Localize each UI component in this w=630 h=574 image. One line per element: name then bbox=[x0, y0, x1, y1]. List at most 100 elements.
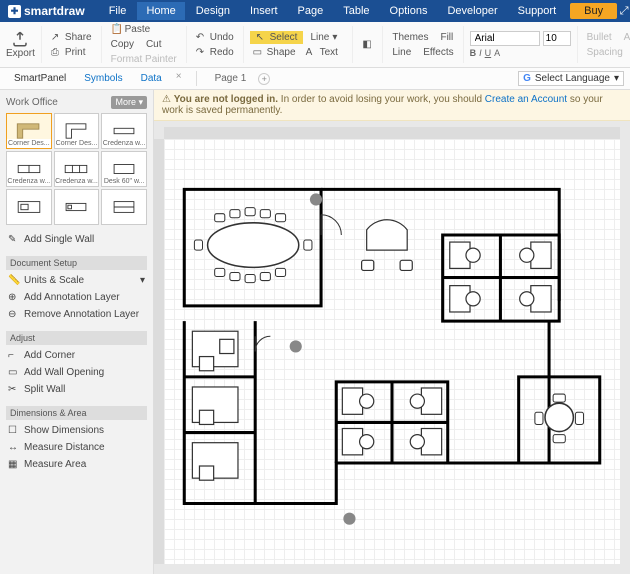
shape-credenza-3[interactable]: Credenza w... bbox=[54, 151, 100, 187]
select-tool[interactable]: ↖Select bbox=[250, 31, 304, 44]
create-account-link[interactable]: Create an Account bbox=[485, 94, 567, 105]
opening-icon: ▭ bbox=[8, 367, 19, 378]
shape-corner-desk-2[interactable]: Corner Des... bbox=[54, 113, 100, 149]
spacing-button[interactable]: Spacing bbox=[584, 46, 626, 59]
menu-page[interactable]: Page bbox=[289, 2, 333, 20]
export-button[interactable]: Export bbox=[6, 30, 35, 59]
add-single-wall-button[interactable]: ✎ Add Single Wall bbox=[6, 231, 147, 248]
corner-icon: ⌐ bbox=[8, 350, 19, 361]
layer-add-icon: ⊕ bbox=[8, 292, 19, 303]
google-icon: G bbox=[523, 73, 531, 84]
font-color-button[interactable]: A bbox=[494, 48, 500, 58]
menu-design[interactable]: Design bbox=[187, 2, 239, 20]
underline-button[interactable]: U bbox=[485, 48, 492, 58]
share-print-group: ↗Share ⎙Print bbox=[48, 26, 102, 63]
italic-button[interactable]: I bbox=[479, 48, 482, 58]
themes-button[interactable]: Themes bbox=[389, 31, 431, 44]
notice-mid: In order to avoid losing your work, you … bbox=[278, 94, 485, 105]
menu-developer[interactable]: Developer bbox=[438, 2, 506, 20]
menu-support[interactable]: Support bbox=[509, 2, 566, 20]
page-tab-1[interactable]: Page 1 bbox=[207, 71, 255, 86]
panel-tab-smartpanel[interactable]: SmartPanel bbox=[6, 71, 74, 86]
font-group: B I U A bbox=[470, 26, 578, 63]
text-icon: A bbox=[306, 47, 317, 58]
export-label: Export bbox=[6, 48, 35, 59]
paste-button[interactable]: 📋Paste bbox=[108, 23, 180, 36]
ruler-icon: 📏 bbox=[8, 275, 19, 286]
library-header: Work Office More ▾ bbox=[6, 96, 147, 109]
palette-icon: ◧ bbox=[362, 39, 373, 50]
effects-button[interactable]: Effects bbox=[420, 46, 456, 59]
shape-tool[interactable]: ▭Shape bbox=[250, 46, 299, 59]
shape-credenza-2[interactable]: Credenza w... bbox=[6, 151, 52, 187]
measure-distance-button[interactable]: ↔Measure Distance bbox=[6, 439, 147, 456]
shape-corner-desk-1[interactable]: Corner Des... bbox=[6, 113, 52, 149]
drawing-canvas[interactable] bbox=[164, 139, 620, 564]
add-page-button[interactable]: + bbox=[258, 73, 270, 85]
language-select[interactable]: G Select Language ▾ bbox=[518, 71, 624, 86]
section-header-dimensions: Dimensions & Area bbox=[6, 406, 147, 420]
add-corner-button[interactable]: ⌐Add Corner bbox=[6, 347, 147, 364]
menu-table[interactable]: Table bbox=[334, 2, 378, 20]
font-family-select[interactable] bbox=[470, 31, 540, 46]
share-icon: ↗ bbox=[51, 32, 62, 43]
style-group: Themes Fill Line Effects bbox=[389, 26, 463, 63]
canvas-area[interactable] bbox=[154, 121, 630, 574]
copy-button[interactable]: Copy bbox=[108, 38, 137, 51]
text-format-group: Bullet Align Spacing Text Effects bbox=[584, 26, 630, 63]
text-tool[interactable]: AText bbox=[303, 46, 341, 59]
shape-desk-60[interactable]: Desk 60" w... bbox=[101, 151, 147, 187]
line-tool[interactable]: Line▾ bbox=[307, 31, 346, 44]
measure-area-button[interactable]: ▦Measure Area bbox=[6, 456, 147, 473]
checkbox-icon: ☐ bbox=[8, 425, 19, 436]
topbar: ✚ smartdraw File Home Design Insert Page… bbox=[0, 0, 630, 22]
cursor-icon: ↖ bbox=[256, 32, 267, 43]
quick-style-group: ◧ bbox=[359, 26, 383, 63]
menu-file[interactable]: File bbox=[100, 2, 136, 20]
chevron-down-icon: ▾ bbox=[140, 275, 145, 286]
section-header-adjust: Adjust bbox=[6, 331, 147, 345]
smartpanel-sidebar: Work Office More ▾ Corner Des... Corner … bbox=[0, 90, 154, 574]
chevron-down-icon: ▾ bbox=[332, 32, 343, 43]
split-icon: ✂ bbox=[8, 384, 19, 395]
format-painter-button[interactable]: Format Painter bbox=[108, 53, 180, 66]
fill-button[interactable]: Fill bbox=[437, 31, 456, 44]
expand-icon[interactable]: ⤢ bbox=[617, 4, 630, 18]
align-button[interactable]: Align bbox=[621, 31, 630, 44]
units-scale-button[interactable]: 📏Units & Scale▾ bbox=[6, 272, 147, 289]
tabbar: SmartPanel Symbols Data × Page 1 + G Sel… bbox=[0, 68, 630, 90]
buy-button[interactable]: Buy bbox=[570, 3, 617, 19]
shape-item-8[interactable] bbox=[54, 189, 100, 225]
quick-style-button[interactable]: ◧ bbox=[359, 38, 376, 51]
undo-button[interactable]: ↶Undo bbox=[193, 31, 237, 44]
floorplan-drawing bbox=[164, 139, 620, 564]
more-button[interactable]: More ▾ bbox=[111, 96, 147, 109]
panel-tab-symbols[interactable]: Symbols bbox=[76, 71, 130, 86]
add-annotation-layer-button[interactable]: ⊕Add Annotation Layer bbox=[6, 289, 147, 306]
print-button[interactable]: ⎙Print bbox=[48, 46, 95, 59]
language-label: Select Language bbox=[535, 73, 610, 84]
panel-close-button[interactable]: × bbox=[172, 71, 186, 86]
remove-annotation-layer-button[interactable]: ⊖Remove Annotation Layer bbox=[6, 306, 147, 323]
panel-tab-data[interactable]: Data bbox=[133, 71, 170, 86]
split-wall-button[interactable]: ✂Split Wall bbox=[6, 381, 147, 398]
shape-credenza-1[interactable]: Credenza w... bbox=[101, 113, 147, 149]
shape-item-9[interactable] bbox=[101, 189, 147, 225]
add-wall-opening-button[interactable]: ▭Add Wall Opening bbox=[6, 364, 147, 381]
clipboard-group: 📋Paste Copy Cut Format Painter bbox=[108, 26, 187, 63]
menu-insert[interactable]: Insert bbox=[241, 2, 287, 20]
font-size-select[interactable] bbox=[543, 31, 571, 46]
redo-button[interactable]: ↷Redo bbox=[193, 46, 237, 59]
bold-button[interactable]: B bbox=[470, 48, 477, 58]
cut-button[interactable]: Cut bbox=[143, 38, 165, 51]
section-document-setup: Document Setup 📏Units & Scale▾ ⊕Add Anno… bbox=[6, 256, 147, 323]
share-button[interactable]: ↗Share bbox=[48, 31, 95, 44]
menu-home[interactable]: Home bbox=[137, 2, 184, 20]
show-dimensions-toggle[interactable]: ☐Show Dimensions bbox=[6, 422, 147, 439]
vertical-ruler bbox=[154, 139, 164, 564]
menu-options[interactable]: Options bbox=[381, 2, 437, 20]
shape-item-7[interactable] bbox=[6, 189, 52, 225]
line-style-button[interactable]: Line bbox=[389, 46, 414, 59]
bullet-button[interactable]: Bullet bbox=[584, 31, 615, 44]
layer-remove-icon: ⊖ bbox=[8, 309, 19, 320]
